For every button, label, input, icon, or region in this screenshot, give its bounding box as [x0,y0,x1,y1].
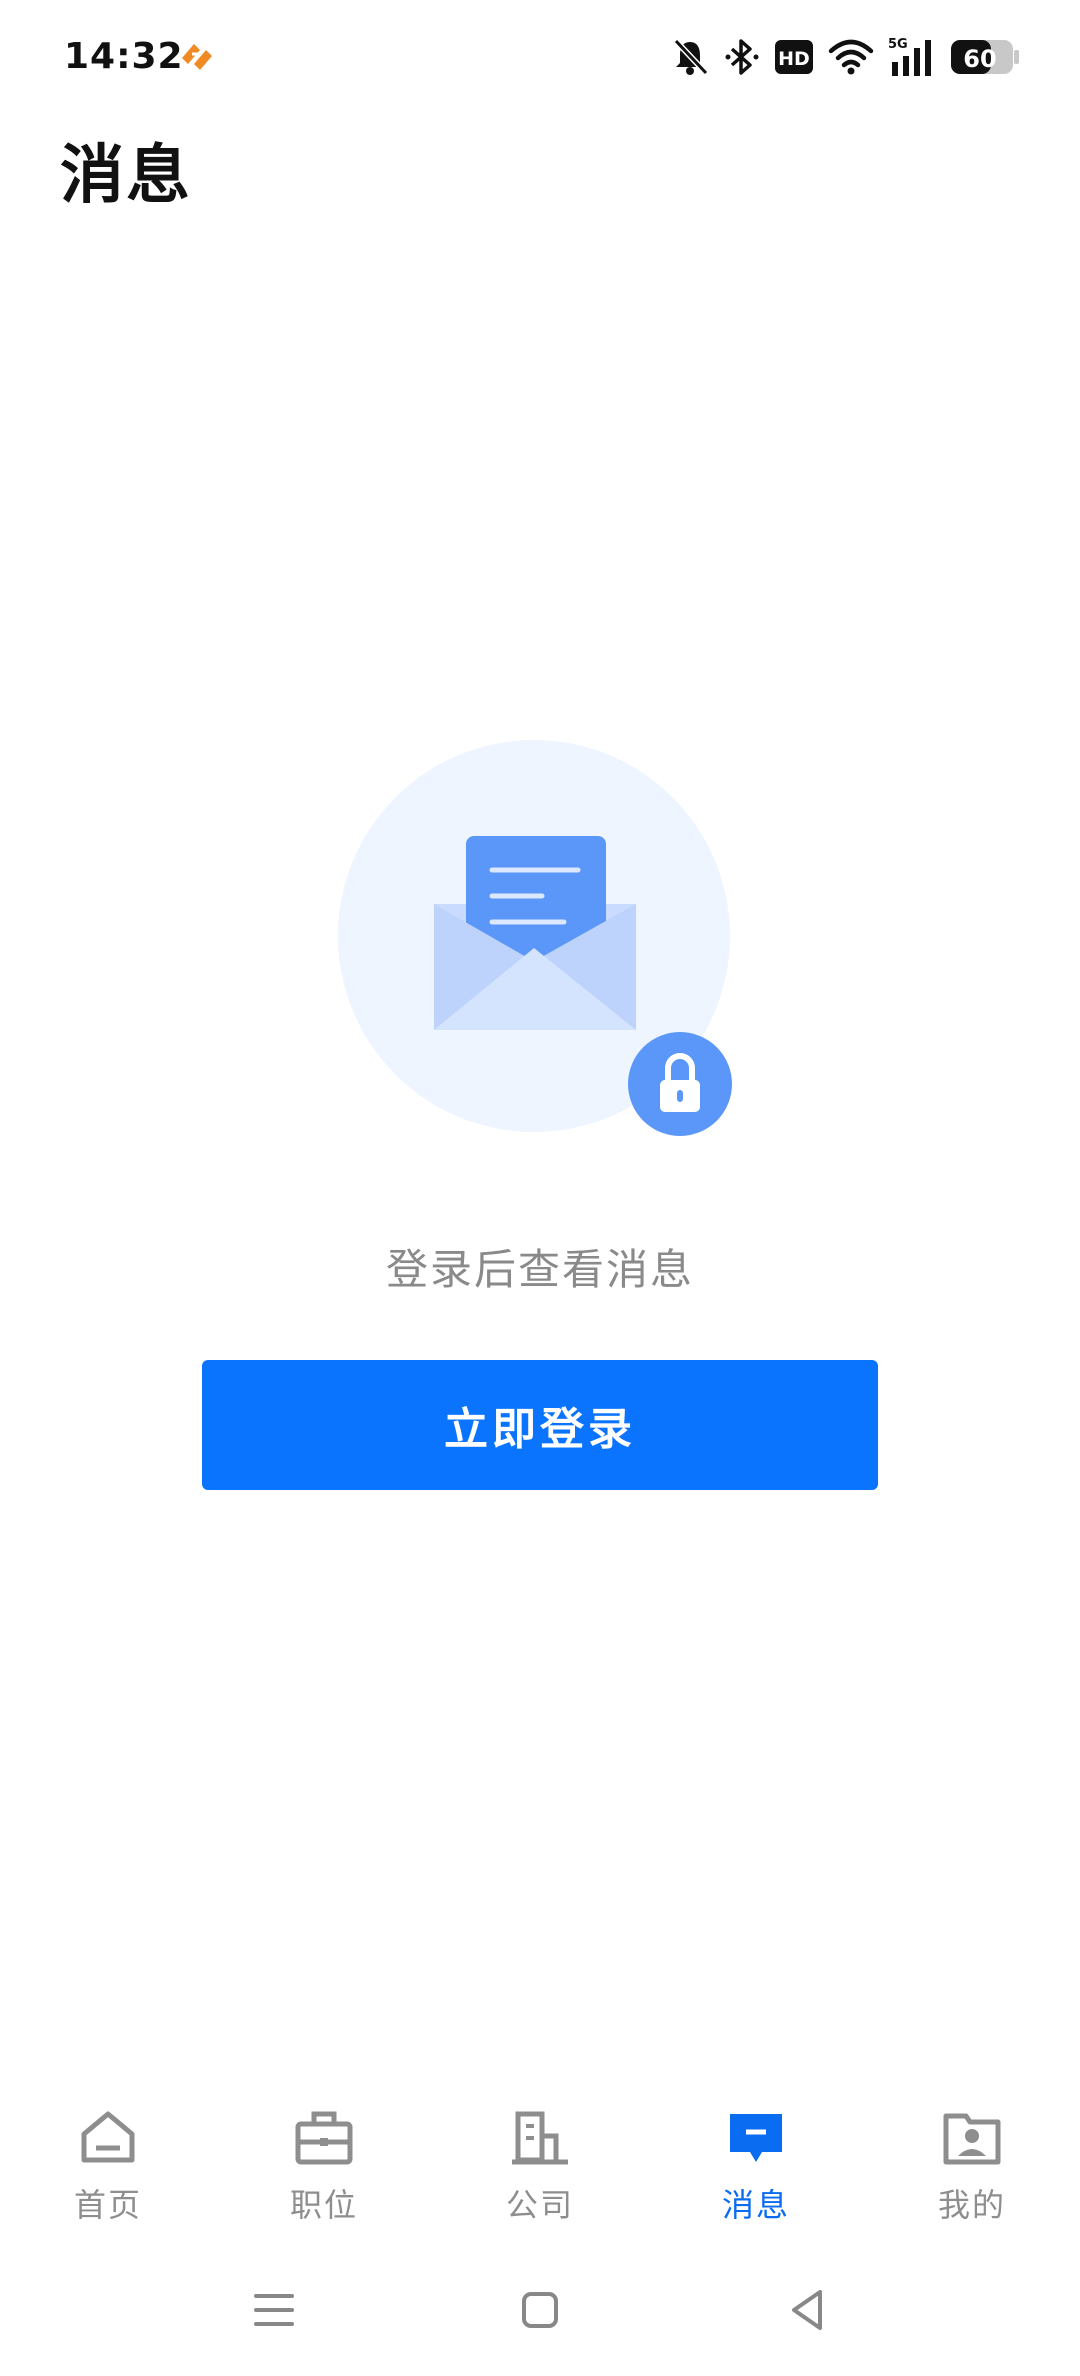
wifi-icon [828,37,874,77]
briefcase-icon [292,2106,356,2170]
tab-jobs[interactable]: 职位 [216,2090,432,2240]
battery-icon: 60 [950,38,1020,76]
login-button[interactable]: 立即登录 [202,1360,878,1490]
bottom-nav: 首页 职位 公司 消息 我的 [0,2090,1080,2240]
tab-jobs-label: 职位 [289,2186,358,2224]
svg-text:60: 60 [963,45,996,73]
profile-icon [940,2106,1004,2170]
status-bar: 14:32 HD 5G 60 [0,0,1080,120]
page-title: 消息 [60,139,192,213]
system-nav-bar [0,2270,1080,2350]
tab-company[interactable]: 公司 [432,2090,648,2240]
login-prompt-text: 登录后查看消息 [385,1245,694,1294]
menu-icon[interactable] [244,2280,304,2340]
tab-messages-label: 消息 [721,2186,790,2224]
back-icon[interactable] [778,2280,838,2340]
hd-icon: HD [774,39,814,75]
bluetooth-icon [724,37,760,77]
tab-home-label: 首页 [73,2186,142,2224]
home-square-icon[interactable] [510,2280,570,2340]
svg-text:5G: 5G [888,37,908,52]
tab-profile-label: 我的 [937,2186,1006,2224]
mute-bell-icon [670,37,710,77]
building-icon [508,2106,572,2170]
status-time: 14:32 [64,36,184,77]
tab-home[interactable]: 首页 [0,2090,216,2240]
status-icons: HD 5G 60 [670,32,1020,82]
envelope-lock-icon [338,740,742,1144]
tab-profile[interactable]: 我的 [864,2090,1080,2240]
tab-messages[interactable]: 消息 [648,2090,864,2240]
signal-icon: 5G [888,36,936,78]
svg-text:HD: HD [778,48,810,70]
home-icon [76,2106,140,2170]
message-icon [724,2106,788,2170]
app-notification-icon [178,40,216,72]
tab-company-label: 公司 [505,2186,574,2224]
